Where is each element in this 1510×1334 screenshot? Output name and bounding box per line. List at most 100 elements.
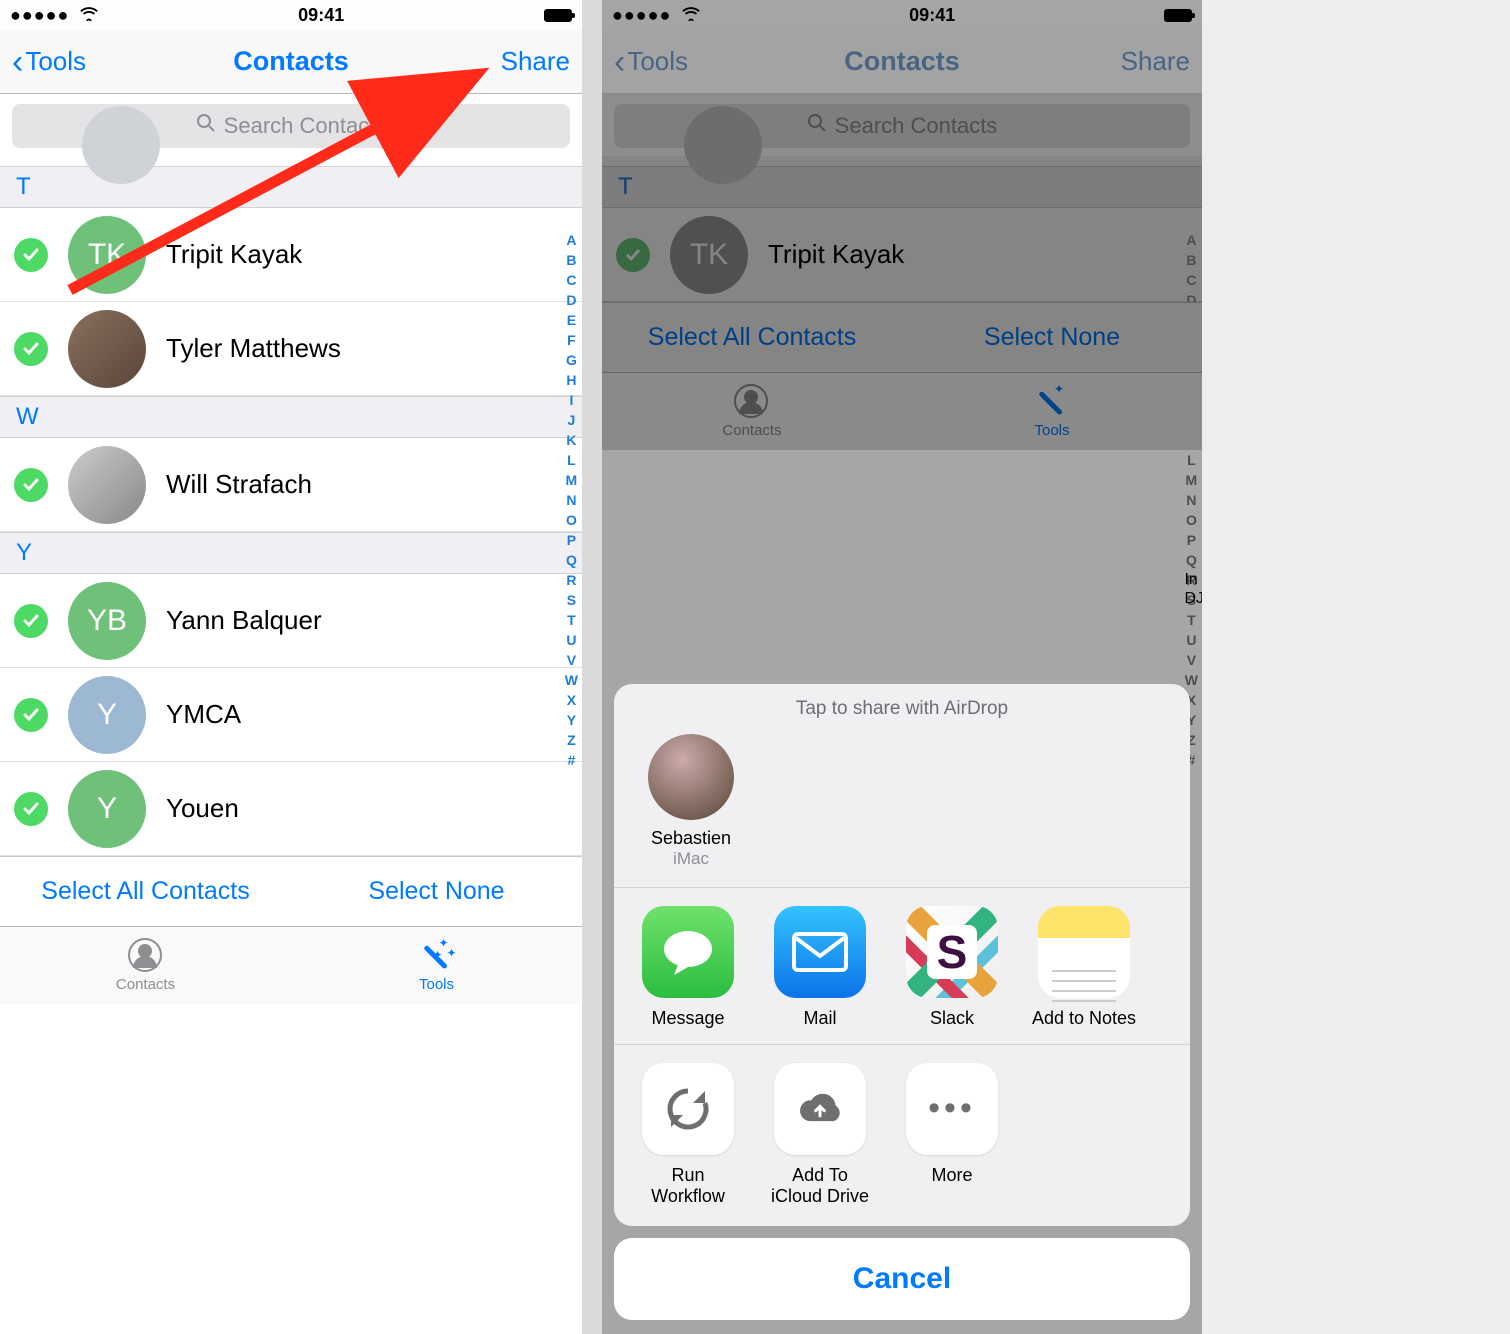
share-app-slack[interactable]: S Slack: [886, 906, 1018, 1030]
wand-icon: ✦✦✦: [419, 938, 455, 974]
index-letter[interactable]: M: [565, 470, 578, 490]
share-app-notes[interactable]: Add to Notes: [1018, 906, 1150, 1030]
index-letter[interactable]: R: [565, 570, 578, 590]
index-letter[interactable]: F: [565, 330, 578, 350]
notes-icon: [1038, 906, 1130, 998]
share-action-more[interactable]: ••• More: [886, 1063, 1018, 1208]
app-label: Mail: [754, 1008, 886, 1030]
index-strip[interactable]: ABCDEFGHIJKLMNOPQRSTUVWXYZ#: [565, 230, 578, 770]
index-letter[interactable]: E: [565, 310, 578, 330]
nav-title: Contacts: [0, 46, 582, 77]
contact-name: Will Strafach: [166, 469, 312, 500]
tab-bar: Contacts ✦✦✦ Tools: [0, 926, 582, 1004]
status-bar: ●●●●● 09:41: [0, 0, 582, 30]
contact-row[interactable]: Y Youen: [0, 762, 582, 856]
contact-name: YMCA: [166, 699, 241, 730]
index-letter[interactable]: J: [565, 410, 578, 430]
contact-avatar: [68, 446, 146, 524]
index-letter[interactable]: D: [565, 290, 578, 310]
index-letter[interactable]: B: [565, 250, 578, 270]
search-placeholder: Search Contacts: [224, 113, 387, 139]
contact-row[interactable]: YB Yann Balquer: [0, 574, 582, 668]
back-button[interactable]: ‹ Tools: [12, 45, 86, 79]
right-screenshot: ●●●●● 09:41 ‹Tools Contacts Share Search…: [602, 0, 1202, 1334]
share-app-mail[interactable]: Mail: [754, 906, 886, 1030]
contact-avatar: YB: [68, 582, 146, 660]
index-letter[interactable]: I: [565, 390, 578, 410]
index-letter[interactable]: L: [565, 450, 578, 470]
checkmark-icon[interactable]: [14, 332, 48, 366]
sync-icon: [642, 1063, 734, 1155]
contact-row[interactable]: Will Strafach: [0, 438, 582, 532]
action-label: More: [886, 1165, 1018, 1187]
tab-tools[interactable]: ✦✦✦ Tools: [291, 927, 582, 1004]
contact-name: Youen: [166, 793, 239, 824]
contact-avatar: Y: [68, 676, 146, 754]
msg-icon: [642, 906, 734, 998]
cancel-button[interactable]: Cancel: [614, 1238, 1190, 1320]
share-panel: Tap to share with AirDrop Sebastien iMac…: [614, 684, 1190, 1226]
index-letter[interactable]: A: [565, 230, 578, 250]
slack-icon: S: [906, 906, 998, 998]
airdrop-target[interactable]: Sebastien iMac: [636, 734, 746, 869]
contact-name: Yann Balquer: [166, 605, 322, 636]
contact-avatar: Y: [68, 770, 146, 848]
index-letter[interactable]: G: [565, 350, 578, 370]
index-letter[interactable]: N: [565, 490, 578, 510]
index-letter[interactable]: Z: [565, 730, 578, 750]
index-letter[interactable]: Q: [565, 550, 578, 570]
airdrop-avatar: [648, 734, 734, 820]
index-letter[interactable]: K: [565, 430, 578, 450]
contact-name: Tyler Matthews: [166, 333, 341, 364]
checkmark-icon[interactable]: [14, 604, 48, 638]
overflow-peek: In DJ: [1184, 570, 1202, 608]
share-action-cloud[interactable]: Add To iCloud Drive: [754, 1063, 886, 1208]
index-letter[interactable]: U: [565, 630, 578, 650]
contact-list: TTKTripit KayakTyler MatthewsWWill Straf…: [0, 156, 582, 856]
index-letter[interactable]: V: [565, 650, 578, 670]
chevron-left-icon: ‹: [12, 45, 23, 79]
checkmark-icon[interactable]: [14, 468, 48, 502]
checkmark-icon[interactable]: [14, 698, 48, 732]
contact-row[interactable]: Y YMCA: [0, 668, 582, 762]
nav-bar: ‹ Tools Contacts Share: [0, 30, 582, 94]
contact-avatar: TK: [68, 216, 146, 294]
signal-dots: ●●●●●: [10, 5, 69, 25]
app-label: Add to Notes: [1018, 1008, 1150, 1030]
index-letter[interactable]: X: [565, 690, 578, 710]
index-letter[interactable]: #: [565, 750, 578, 770]
tab-contacts[interactable]: Contacts: [0, 927, 291, 1004]
contact-avatar: [68, 310, 146, 388]
wifi-icon: [80, 5, 98, 25]
back-label: Tools: [25, 46, 86, 77]
checkmark-icon[interactable]: [14, 238, 48, 272]
more-icon: •••: [906, 1063, 998, 1155]
contact-row[interactable]: Tyler Matthews: [0, 302, 582, 396]
airdrop-header: Tap to share with AirDrop: [614, 684, 1190, 726]
select-all-button[interactable]: Select All Contacts: [0, 857, 291, 926]
status-time: 09:41: [298, 5, 344, 26]
action-label: Add To iCloud Drive: [754, 1165, 886, 1208]
index-letter[interactable]: H: [565, 370, 578, 390]
index-letter[interactable]: O: [565, 510, 578, 530]
select-none-button[interactable]: Select None: [291, 857, 582, 926]
index-letter[interactable]: Y: [565, 710, 578, 730]
share-button[interactable]: Share: [501, 46, 570, 77]
cloud-icon: [774, 1063, 866, 1155]
index-letter[interactable]: C: [565, 270, 578, 290]
index-letter[interactable]: P: [565, 530, 578, 550]
section-header: T: [0, 166, 582, 208]
left-screenshot: ●●●●● 09:41 ‹ Tools Contacts Share Searc…: [0, 0, 582, 1334]
bottom-actions: Select All Contacts Select None: [0, 856, 582, 926]
share-app-msg[interactable]: Message: [622, 906, 754, 1030]
app-label: Slack: [886, 1008, 1018, 1030]
contact-row[interactable]: TKTripit Kayak: [0, 208, 582, 302]
index-letter[interactable]: S: [565, 590, 578, 610]
battery-icon: [544, 9, 572, 22]
index-letter[interactable]: W: [565, 670, 578, 690]
share-sheet: Tap to share with AirDrop Sebastien iMac…: [614, 684, 1190, 1320]
index-letter[interactable]: T: [565, 610, 578, 630]
app-label: Message: [622, 1008, 754, 1030]
share-action-sync[interactable]: Run Workflow: [622, 1063, 754, 1208]
checkmark-icon[interactable]: [14, 792, 48, 826]
